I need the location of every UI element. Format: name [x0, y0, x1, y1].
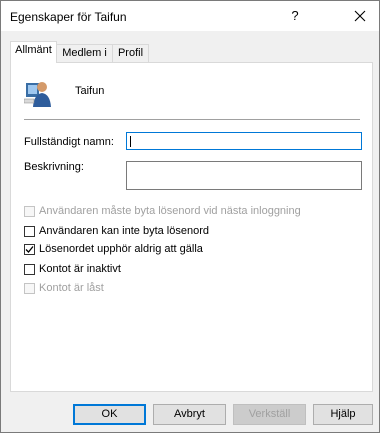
option-must-change-password[interactable]: Användaren måste byta lösenord vid nästa…: [24, 204, 301, 218]
tab-member-of[interactable]: Medlem i: [56, 44, 113, 62]
full-name-field[interactable]: [126, 132, 362, 150]
checkbox[interactable]: [24, 225, 35, 237]
user-icon: [24, 82, 51, 107]
apply-button[interactable]: Verkställ: [233, 404, 306, 425]
description-label: Beskrivning:: [24, 161, 84, 173]
close-button[interactable]: [343, 2, 377, 30]
general-panel: Taifun Fullständigt namn: Beskrivning: A…: [10, 62, 373, 392]
option-account-locked[interactable]: Kontot är låst: [24, 281, 104, 295]
option-cannot-change-password[interactable]: Användaren kan inte byta lösenord: [24, 224, 209, 238]
title-bar: Egenskaper för Taifun ?: [1, 1, 379, 31]
properties-dialog: Egenskaper för Taifun ? Allmänt Medlem i…: [0, 0, 380, 433]
checkbox[interactable]: [24, 205, 35, 217]
help-dialog-button[interactable]: Hjälp: [313, 404, 373, 425]
option-account-disabled[interactable]: Kontot är inaktivt: [24, 262, 121, 276]
checkbox[interactable]: [24, 263, 35, 275]
ok-button[interactable]: OK: [73, 404, 146, 425]
help-button[interactable]: ?: [280, 2, 310, 30]
option-label: Användaren måste byta lösenord vid nästa…: [39, 205, 301, 217]
close-icon: [354, 10, 366, 22]
tab-general[interactable]: Allmänt: [10, 41, 57, 63]
option-label: Användaren kan inte byta lösenord: [39, 225, 210, 237]
checkbox[interactable]: [24, 282, 35, 294]
divider: [24, 119, 360, 120]
checkbox-checked[interactable]: [24, 243, 35, 255]
cancel-button[interactable]: Avbryt: [153, 404, 226, 425]
username-label: Taifun: [75, 85, 105, 97]
window-title: Egenskaper för Taifun: [10, 10, 127, 24]
description-field[interactable]: [126, 161, 362, 190]
option-password-never-expires[interactable]: Lösenordet upphör aldrig att gälla: [24, 242, 203, 256]
option-label: Kontot är låst: [39, 282, 104, 294]
option-label: Kontot är inaktivt: [39, 263, 121, 275]
option-label: Lösenordet upphör aldrig att gälla: [39, 243, 203, 255]
checkmark-icon: [25, 245, 34, 253]
tab-profile[interactable]: Profil: [112, 44, 149, 62]
full-name-label: Fullständigt namn:: [24, 136, 114, 148]
text-caret: [130, 136, 131, 147]
